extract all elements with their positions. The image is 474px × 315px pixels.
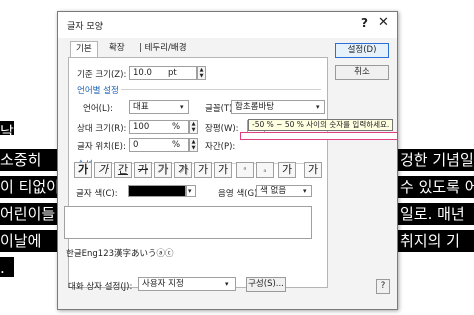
close-icon[interactable]: ✕ bbox=[378, 15, 389, 30]
size-input[interactable]: 10.0 pt bbox=[129, 66, 197, 80]
font-select[interactable]: 함초롬바탕 ▾ bbox=[231, 100, 325, 114]
bold-button[interactable]: 가 bbox=[74, 162, 92, 178]
color-label: 글자 색(C): bbox=[76, 189, 118, 199]
size-unit: pt bbox=[168, 68, 177, 78]
pos-input[interactable]: 0 % bbox=[129, 138, 189, 152]
shadow-button[interactable]: 가 bbox=[174, 162, 192, 178]
font-value: 함초롬바탕 bbox=[235, 102, 275, 112]
italic-button[interactable]: 가 bbox=[94, 162, 112, 178]
lang-select[interactable]: 대표 ▾ bbox=[129, 100, 189, 114]
dialog-preset-select[interactable]: 사용자 지정 ▾ bbox=[138, 277, 236, 291]
chevron-down-icon: ▾ bbox=[180, 103, 184, 111]
lang-section-title: 언어별 설정 bbox=[77, 86, 119, 96]
ratio-input[interactable]: 100 % bbox=[129, 120, 189, 134]
chevron-down-icon: ▾ bbox=[303, 187, 307, 195]
strikeout-button[interactable]: 가 bbox=[134, 162, 152, 178]
small-caps-button[interactable]: 가 bbox=[304, 162, 322, 178]
chevron-down-icon: ▾ bbox=[316, 103, 320, 111]
pos-label: 글자 위치(E): bbox=[77, 142, 126, 152]
preview-box bbox=[64, 206, 312, 239]
help-button[interactable]: ? bbox=[376, 279, 390, 294]
pos-spinner[interactable]: ▲ ▼ bbox=[189, 138, 198, 152]
kerning-tooltip: -50 % ~ 50 % 사이의 숫자를 입력하세요. bbox=[248, 119, 394, 131]
lang-label: 언어(L): bbox=[83, 104, 113, 114]
tab-border-bg-label: 테두리/배경 bbox=[144, 43, 187, 53]
size-value: 10.0 bbox=[133, 68, 152, 78]
doc-line: 일로. 매년 bbox=[398, 203, 474, 225]
char-shape-dialog: 글자 모양 ? ✕ 기본 확장 | 테두리/배경 기준 크기(Z): 10.0 … bbox=[57, 11, 398, 310]
kerning-label: 자간(P): bbox=[205, 142, 236, 152]
help-icon[interactable]: ? bbox=[361, 16, 368, 30]
size-spinner[interactable]: ▲ ▼ bbox=[197, 66, 206, 80]
underline-button[interactable]: 간 bbox=[114, 162, 132, 178]
engrave-button[interactable]: 가 bbox=[214, 162, 232, 178]
superscript-button[interactable]: ᵃ bbox=[236, 162, 254, 178]
pos-unit: % bbox=[172, 140, 181, 150]
compose-button[interactable]: 구성(S)... bbox=[246, 277, 286, 292]
ratio-unit: % bbox=[172, 122, 181, 132]
shade-value: 색 없음 bbox=[260, 186, 287, 196]
dialog-titlebar: 글자 모양 ? ✕ bbox=[58, 12, 397, 38]
subscript-button[interactable]: ₐ bbox=[256, 162, 274, 178]
ratio-spinner[interactable]: ▲ ▼ bbox=[189, 120, 198, 134]
dialog-preset-value: 사용자 지정 bbox=[142, 279, 184, 289]
size-label: 기준 크기(Z): bbox=[77, 70, 127, 80]
chevron-down-icon: ▾ bbox=[225, 280, 229, 288]
text-color-dropdown[interactable]: ▾ bbox=[186, 185, 196, 197]
tab-extended[interactable]: 확장 bbox=[104, 41, 130, 57]
shade-select[interactable]: 색 없음 ▾ bbox=[256, 185, 312, 197]
ratio-value: 100 bbox=[133, 122, 150, 132]
section-divider bbox=[121, 89, 321, 90]
doc-line: 날 bbox=[0, 121, 14, 135]
spacing-label: 장평(W): bbox=[205, 124, 239, 134]
shade-label: 음영 색(G): bbox=[218, 189, 261, 199]
tab-border-bg[interactable]: | 테두리/배경 bbox=[134, 41, 192, 57]
outline-button[interactable]: 가 bbox=[154, 162, 172, 178]
preview-text: 한글Eng123漢字あいうⓐⓒ bbox=[66, 249, 174, 259]
doc-line: 취지의 기 bbox=[398, 230, 474, 252]
text-color-swatch[interactable] bbox=[128, 185, 186, 197]
chevron-down-icon: ▾ bbox=[188, 187, 192, 195]
dialog-title: 글자 모양 bbox=[67, 22, 103, 32]
emboss-button[interactable]: 가 bbox=[194, 162, 212, 178]
ok-button[interactable]: 설정(D) bbox=[335, 43, 389, 58]
tab-basic[interactable]: 기본 bbox=[70, 41, 98, 58]
cancel-button[interactable]: 취소 bbox=[335, 65, 389, 80]
normal-button[interactable]: 가 bbox=[278, 162, 296, 178]
doc-line: . bbox=[0, 257, 14, 277]
doc-line: 수 있도록 어 bbox=[398, 176, 474, 198]
footer-label: 대화 상자 설정(J): bbox=[68, 282, 133, 292]
kerning-input[interactable] bbox=[240, 132, 398, 140]
ratio-label: 상대 크기(R): bbox=[77, 124, 127, 134]
pos-value: 0 bbox=[133, 140, 139, 150]
lang-value: 대표 bbox=[133, 102, 149, 112]
doc-line: 겅한 기념일 bbox=[398, 149, 474, 171]
